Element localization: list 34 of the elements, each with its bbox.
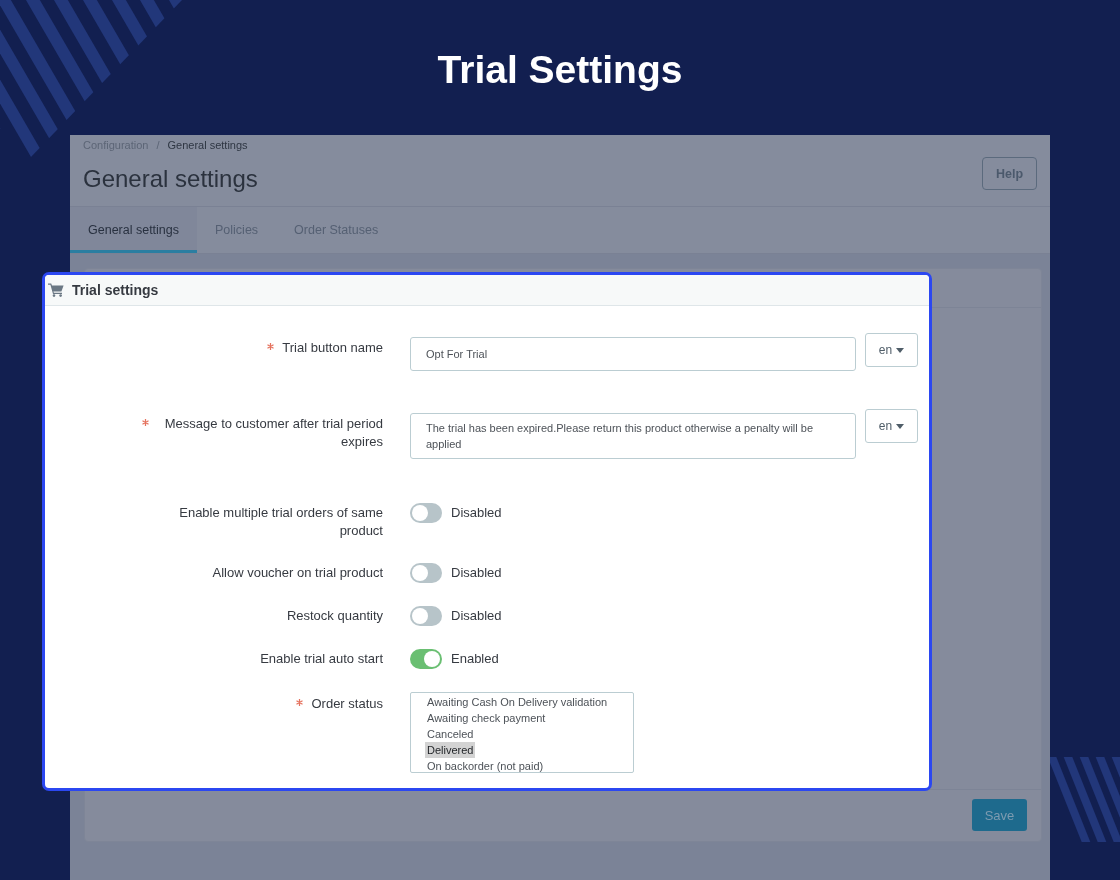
field-label: Order status xyxy=(311,695,383,713)
toggle-switch[interactable] xyxy=(410,563,442,583)
field-label: Enable trial auto start xyxy=(260,650,383,668)
list-option[interactable]: Awaiting Cash On Delivery validation xyxy=(425,694,610,710)
page-heading: General settings xyxy=(83,164,258,194)
cart-icon xyxy=(48,283,64,297)
language-dropdown[interactable]: en xyxy=(865,333,918,367)
toggle-switch[interactable] xyxy=(410,606,442,626)
toggle-status: Disabled xyxy=(451,504,502,522)
field-label: Message to customer after trial period expires xyxy=(163,415,383,451)
order-status-listbox[interactable]: Awaiting Cash On Delivery validation Awaiting check payment Canceled Delivered On backorder (not paid) xyxy=(410,692,634,773)
page-title: Trial Settings xyxy=(437,47,683,93)
textarea-field[interactable]: The trial has been expired.Please return this product otherwise a penalty will be applied xyxy=(410,413,856,459)
caret-icon xyxy=(896,423,905,429)
caret-icon xyxy=(896,347,905,353)
field-label: Allow voucher on trial product xyxy=(212,564,383,582)
field-label: Trial button name xyxy=(282,339,383,357)
field-label: Restock quantity xyxy=(286,607,383,625)
breadcrumb-separator: / xyxy=(156,138,160,152)
toggle-switch[interactable] xyxy=(410,649,442,669)
tab[interactable]: General settings xyxy=(70,207,198,253)
toggle-status: Disabled xyxy=(451,607,502,625)
list-option[interactable]: Canceled xyxy=(425,726,476,742)
list-option[interactable]: Delivered xyxy=(425,742,476,758)
field-label: Enable multiple trial orders of same product xyxy=(178,504,383,540)
toggle-status: Enabled xyxy=(451,650,499,668)
toggle-status: Disabled xyxy=(451,564,502,582)
text-field[interactable]: Opt For Trial xyxy=(410,337,856,371)
list-option[interactable]: Awaiting check payment xyxy=(425,710,548,726)
breadcrumb-current: General settings xyxy=(167,138,248,152)
dialog-title: Trial settings xyxy=(72,282,159,298)
toggle-switch[interactable] xyxy=(410,503,442,523)
list-option[interactable]: On backorder (not paid) xyxy=(425,758,546,772)
language-dropdown[interactable]: en xyxy=(865,409,918,443)
